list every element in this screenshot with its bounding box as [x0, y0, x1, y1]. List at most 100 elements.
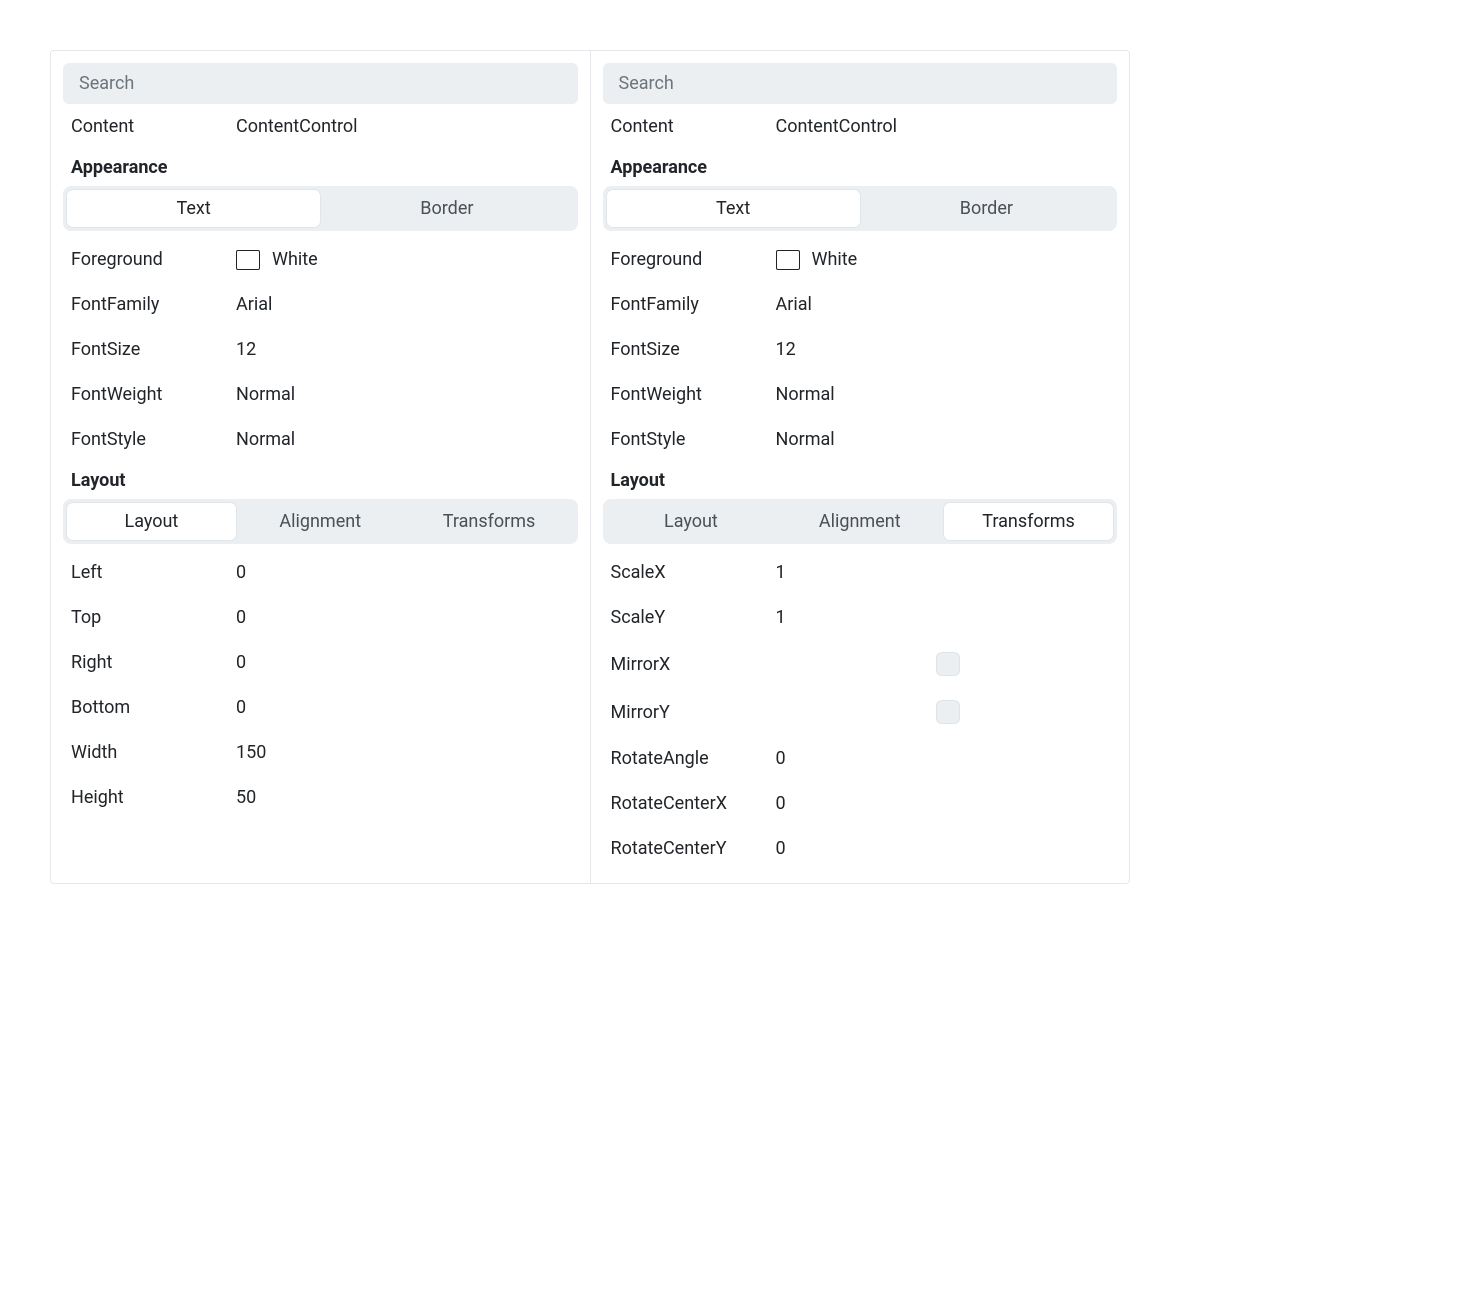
scalex-label: ScaleX	[611, 562, 776, 583]
scaley-value[interactable]: 1	[776, 607, 786, 628]
top-row: Top 0	[63, 595, 578, 640]
fontsize-value[interactable]: 12	[236, 339, 256, 360]
fontweight-label: FontWeight	[611, 384, 776, 405]
fontstyle-label: FontStyle	[611, 429, 776, 450]
appearance-header: Appearance	[603, 149, 1118, 182]
rotateangle-label: RotateAngle	[611, 748, 776, 769]
rotatecentery-label: RotateCenterY	[611, 838, 776, 859]
tab-layout[interactable]: Layout	[607, 503, 776, 540]
appearance-tabs: Text Border	[603, 186, 1118, 231]
fontweight-row: FontWeight Normal	[603, 372, 1118, 417]
foreground-row: Foreground White	[603, 237, 1118, 282]
right-row: Right 0	[63, 640, 578, 685]
right-property-panel: Content ContentControl Appearance Text B…	[591, 51, 1130, 883]
fontsize-row: FontSize 12	[603, 327, 1118, 372]
rotatecenterx-value[interactable]: 0	[776, 793, 786, 814]
layout-header: Layout	[63, 462, 578, 495]
width-value[interactable]: 150	[236, 742, 266, 763]
layout-header: Layout	[603, 462, 1118, 495]
foreground-label: Foreground	[71, 249, 236, 270]
fontstyle-row: FontStyle Normal	[603, 417, 1118, 462]
fontfamily-row: FontFamily Arial	[63, 282, 578, 327]
right-value[interactable]: 0	[236, 652, 246, 673]
foreground-value[interactable]: White	[812, 249, 858, 270]
fontsize-label: FontSize	[71, 339, 236, 360]
fontfamily-row: FontFamily Arial	[603, 282, 1118, 327]
appearance-tabs: Text Border	[63, 186, 578, 231]
fontstyle-value[interactable]: Normal	[776, 429, 835, 450]
foreground-label: Foreground	[611, 249, 776, 270]
height-row: Height 50	[63, 775, 578, 820]
fontsize-value[interactable]: 12	[776, 339, 796, 360]
height-value[interactable]: 50	[236, 787, 256, 808]
tab-border[interactable]: Border	[860, 190, 1113, 227]
mirrory-label: MirrorY	[611, 702, 776, 723]
width-row: Width 150	[63, 730, 578, 775]
foreground-value[interactable]: White	[272, 249, 318, 270]
left-value[interactable]: 0	[236, 562, 246, 583]
tab-alignment[interactable]: Alignment	[775, 503, 944, 540]
appearance-header: Appearance	[63, 149, 578, 182]
mirrorx-checkbox[interactable]	[936, 652, 960, 676]
top-label: Top	[71, 607, 236, 628]
fontfamily-label: FontFamily	[611, 294, 776, 315]
fontweight-value[interactable]: Normal	[776, 384, 835, 405]
scalex-row: ScaleX 1	[603, 550, 1118, 595]
rotatecentery-value[interactable]: 0	[776, 838, 786, 859]
fontstyle-row: FontStyle Normal	[63, 417, 578, 462]
height-label: Height	[71, 787, 236, 808]
color-swatch-icon[interactable]	[776, 250, 800, 270]
fontsize-label: FontSize	[611, 339, 776, 360]
left-label: Left	[71, 562, 236, 583]
bottom-row: Bottom 0	[63, 685, 578, 730]
fontweight-row: FontWeight Normal	[63, 372, 578, 417]
tab-transforms[interactable]: Transforms	[944, 503, 1113, 540]
bottom-label: Bottom	[71, 697, 236, 718]
tab-text[interactable]: Text	[67, 190, 320, 227]
mirrorx-label: MirrorX	[611, 654, 776, 675]
rotatecentery-row: RotateCenterY 0	[603, 826, 1118, 871]
content-value[interactable]: ContentControl	[776, 116, 898, 137]
width-label: Width	[71, 742, 236, 763]
scalex-value[interactable]: 1	[776, 562, 786, 583]
foreground-row: Foreground White	[63, 237, 578, 282]
rotateangle-value[interactable]: 0	[776, 748, 786, 769]
left-property-panel: Content ContentControl Appearance Text B…	[51, 51, 591, 883]
rotatecenterx-row: RotateCenterX 0	[603, 781, 1118, 826]
fontweight-label: FontWeight	[71, 384, 236, 405]
search-input[interactable]	[603, 63, 1118, 104]
content-label: Content	[611, 116, 776, 137]
search-input[interactable]	[63, 63, 578, 104]
tab-text[interactable]: Text	[607, 190, 860, 227]
scaley-label: ScaleY	[611, 607, 776, 628]
tab-alignment[interactable]: Alignment	[236, 503, 405, 540]
scaley-row: ScaleY 1	[603, 595, 1118, 640]
content-value[interactable]: ContentControl	[236, 116, 358, 137]
content-row: Content ContentControl	[603, 104, 1118, 149]
tab-layout[interactable]: Layout	[67, 503, 236, 540]
mirrory-row: MirrorY	[603, 688, 1118, 736]
fontstyle-label: FontStyle	[71, 429, 236, 450]
property-panels-container: Content ContentControl Appearance Text B…	[50, 50, 1130, 884]
content-row: Content ContentControl	[63, 104, 578, 149]
rotatecenterx-label: RotateCenterX	[611, 793, 776, 814]
fontweight-value[interactable]: Normal	[236, 384, 295, 405]
color-swatch-icon[interactable]	[236, 250, 260, 270]
fontfamily-value[interactable]: Arial	[776, 294, 812, 315]
fontsize-row: FontSize 12	[63, 327, 578, 372]
right-label: Right	[71, 652, 236, 673]
left-row: Left 0	[63, 550, 578, 595]
rotateangle-row: RotateAngle 0	[603, 736, 1118, 781]
mirrory-checkbox[interactable]	[936, 700, 960, 724]
fontstyle-value[interactable]: Normal	[236, 429, 295, 450]
top-value[interactable]: 0	[236, 607, 246, 628]
layout-tabs: Layout Alignment Transforms	[63, 499, 578, 544]
tab-border[interactable]: Border	[320, 190, 573, 227]
fontfamily-label: FontFamily	[71, 294, 236, 315]
fontfamily-value[interactable]: Arial	[236, 294, 272, 315]
mirrorx-row: MirrorX	[603, 640, 1118, 688]
tab-transforms[interactable]: Transforms	[405, 503, 574, 540]
layout-tabs: Layout Alignment Transforms	[603, 499, 1118, 544]
bottom-value[interactable]: 0	[236, 697, 246, 718]
content-label: Content	[71, 116, 236, 137]
